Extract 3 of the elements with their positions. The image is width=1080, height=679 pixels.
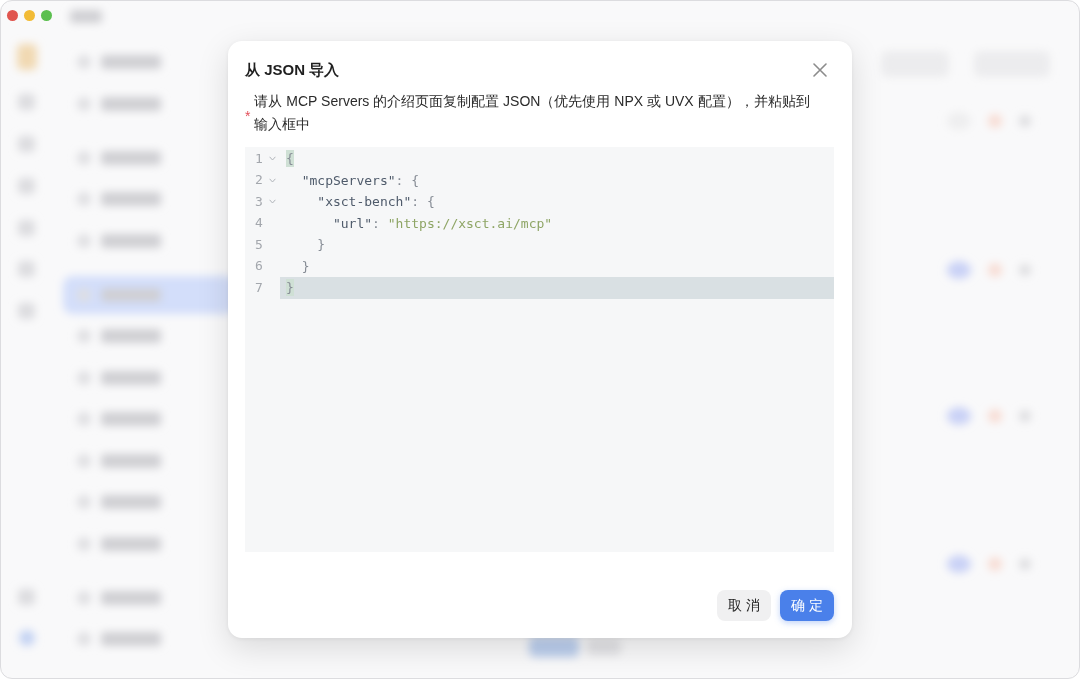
- window-close-button[interactable]: [6, 9, 18, 21]
- window-zoom-button[interactable]: [40, 9, 52, 21]
- window-minimize-button[interactable]: [23, 9, 35, 21]
